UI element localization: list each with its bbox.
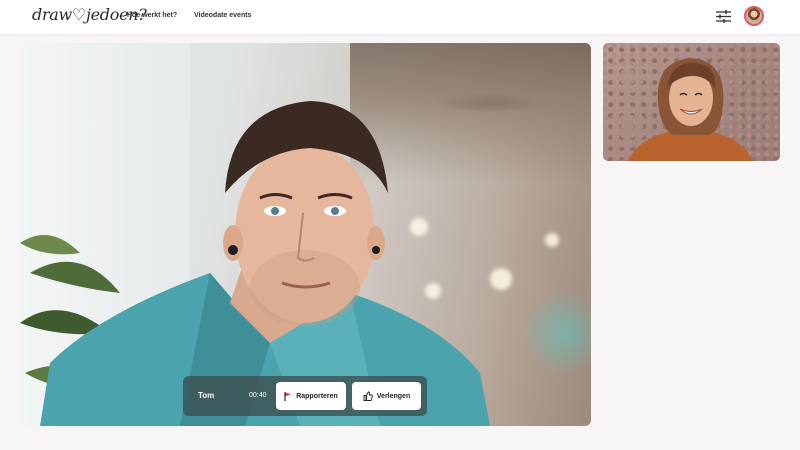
participant-name: Tom [198,391,215,400]
call-timer: 00:40 [249,392,267,399]
self-video [603,43,780,161]
remote-video: Tom 00:40 Rapporteren Verlengen [20,43,591,426]
report-button-label: Rapporteren [296,392,338,400]
call-controls: Tom 00:40 Rapporteren Verlengen [183,376,427,416]
user-avatar[interactable] [744,6,764,26]
thumbs-up-icon [363,391,373,401]
extend-button[interactable]: Verlengen [352,382,421,410]
sliders-icon[interactable] [715,9,732,24]
nav-link-videodate-events[interactable]: Videodate events [194,12,251,19]
report-button[interactable]: Rapporteren [276,382,346,410]
self-participant [628,58,753,161]
extend-button-label: Verlengen [376,392,411,400]
top-header: draw♡jedoen? Hoe werkt het? Videodate ev… [0,0,800,34]
remote-participant [40,101,490,426]
nav-link-how-it-works[interactable]: Hoe werkt het? [127,12,177,19]
flag-icon [284,391,292,401]
